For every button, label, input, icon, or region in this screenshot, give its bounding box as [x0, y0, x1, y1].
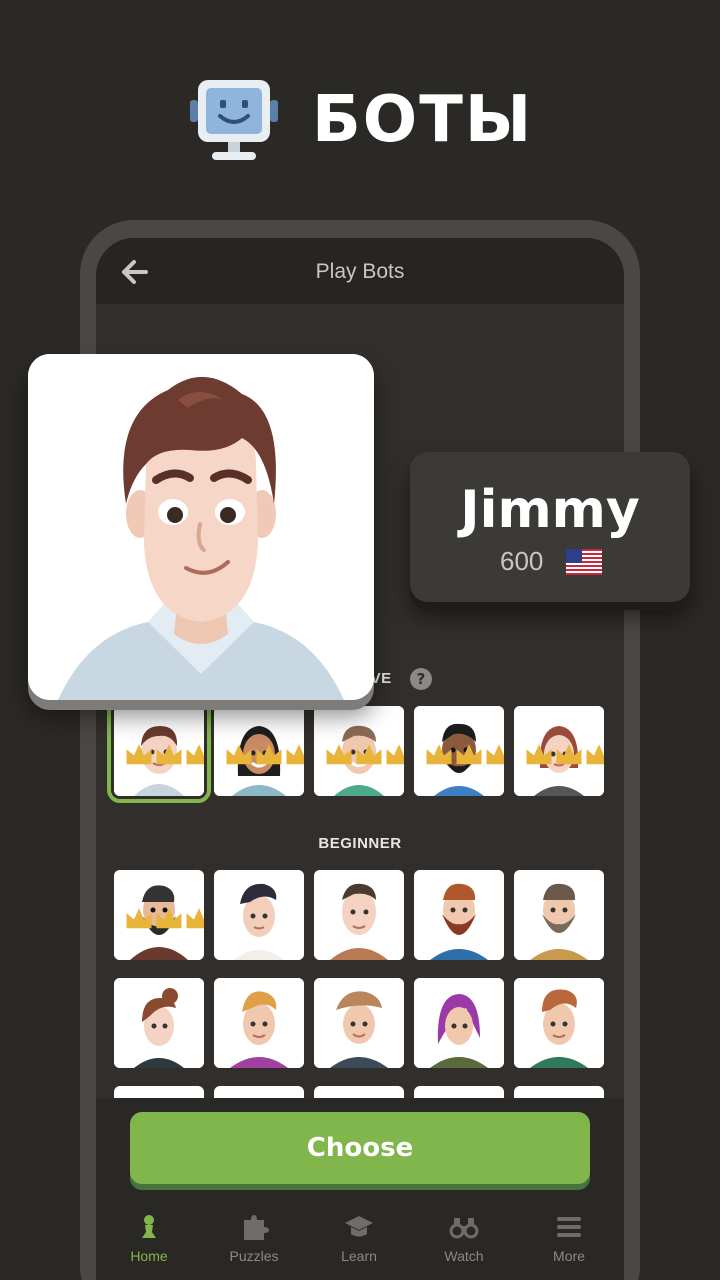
graduation-cap-icon: [345, 1216, 373, 1237]
bot-tile[interactable]: [114, 978, 204, 1068]
bot-tile[interactable]: [414, 870, 504, 960]
nav-label-puzzles: Puzzles: [229, 1248, 279, 1264]
bottom-navigation: Home Puzzles Learn Watch More: [96, 1200, 624, 1280]
nav-item-puzzles[interactable]: Puzzles: [204, 1212, 304, 1264]
crown-rating-icon: [526, 744, 604, 765]
bot-tile-jimmy[interactable]: [107, 699, 211, 803]
choose-button[interactable]: Choose: [130, 1112, 590, 1184]
nav-item-more[interactable]: More: [519, 1212, 619, 1264]
bot-rating: 600: [500, 546, 544, 576]
hero-banner: БОТЫ: [0, 70, 720, 170]
nav-label-more: More: [553, 1248, 585, 1264]
us-flag-icon: [566, 549, 602, 575]
help-icon[interactable]: ?: [410, 668, 432, 690]
bot-tile[interactable]: [114, 870, 204, 960]
bot-avatar-icon: [414, 870, 504, 960]
crown-rating-icon: [226, 744, 304, 765]
bot-avatar-icon: [514, 978, 604, 1068]
bot-tile[interactable]: [414, 978, 504, 1068]
hero-title: БОТЫ: [312, 83, 534, 157]
crown-rating-icon: [126, 908, 204, 929]
bot-avatar-icon: [114, 978, 204, 1068]
app-bar: Play Bots: [96, 238, 624, 304]
bot-avatar-icon: [414, 978, 504, 1068]
bot-tile[interactable]: [514, 870, 604, 960]
nav-item-learn[interactable]: Learn: [309, 1212, 409, 1264]
bot-tile[interactable]: [214, 870, 304, 960]
featured-bot-portrait: [28, 354, 374, 700]
bot-tile[interactable]: [514, 978, 604, 1068]
featured-bot-card: Jimmy 600: [410, 452, 690, 602]
bot-tile[interactable]: [314, 978, 404, 1068]
bot-avatar-icon: [214, 870, 304, 960]
bot-portrait-icon: [28, 354, 374, 700]
bot-tile[interactable]: [214, 706, 304, 796]
nav-item-home[interactable]: Home: [99, 1212, 199, 1264]
crown-rating-icon: [326, 744, 404, 765]
robot-monitor-icon: [190, 80, 278, 160]
nav-label-home: Home: [130, 1248, 168, 1264]
bot-tile[interactable]: [314, 706, 404, 796]
bot-tile[interactable]: [314, 870, 404, 960]
puzzle-icon: [244, 1215, 269, 1240]
binoculars-icon: [449, 1218, 479, 1239]
crown-rating-icon: [126, 744, 204, 765]
nav-item-watch[interactable]: Watch: [414, 1212, 514, 1264]
bot-avatar-icon: [214, 978, 304, 1068]
bot-tile[interactable]: [214, 978, 304, 1068]
section-label-beginner: BEGINNER: [318, 835, 402, 852]
bot-avatar-icon: [314, 978, 404, 1068]
menu-icon: [557, 1217, 581, 1237]
page-title: Play Bots: [315, 260, 405, 283]
pawn-icon: [142, 1215, 156, 1238]
crown-rating-icon: [426, 744, 504, 765]
bot-tile[interactable]: [414, 706, 504, 796]
nav-label-watch: Watch: [444, 1248, 484, 1264]
bot-avatar-icon: [514, 870, 604, 960]
bot-name: Jimmy: [460, 480, 640, 540]
nav-label-learn: Learn: [341, 1248, 377, 1264]
bot-tile[interactable]: [514, 706, 604, 796]
bot-avatar-icon: [314, 870, 404, 960]
